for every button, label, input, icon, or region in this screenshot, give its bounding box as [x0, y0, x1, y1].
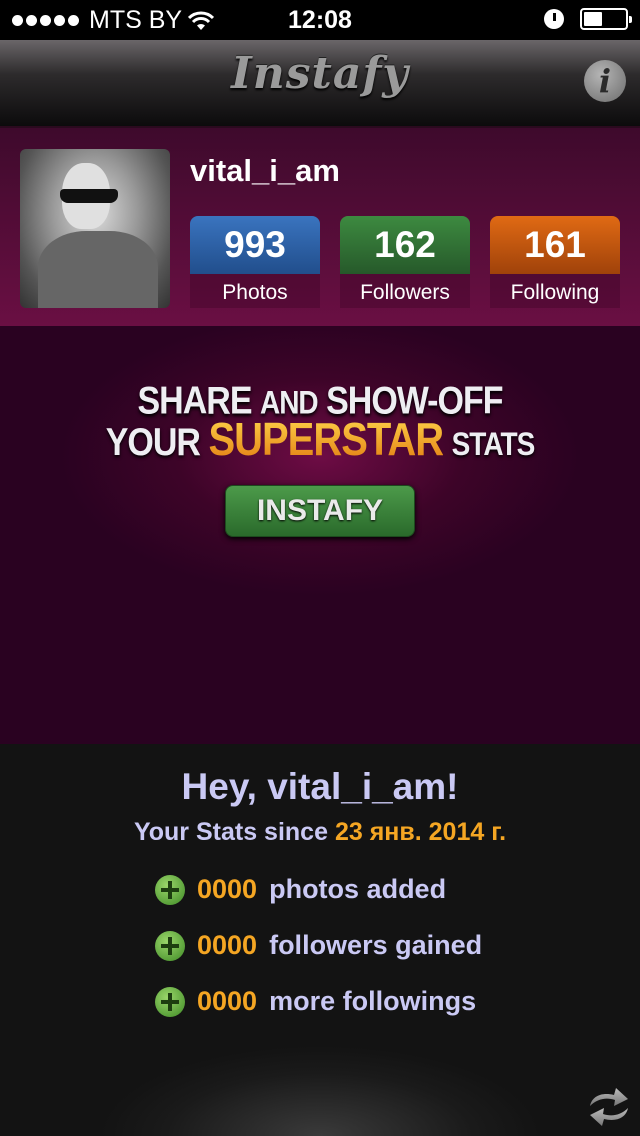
- stat-followers-label: Followers: [340, 274, 470, 308]
- navigation-bar: Instafy i: [0, 40, 640, 128]
- since-date: 23 янв. 2014 г.: [334, 818, 507, 846]
- profile-header: vital_i_am 993 Photos 162 Followers 161 …: [0, 128, 640, 326]
- stats-since: Your Stats since 23 янв. 2014 г.: [133, 818, 507, 846]
- stat-photos-label: Photos: [190, 274, 320, 308]
- promo-headline-line2: YOUR SUPERSTAR STATS: [105, 414, 535, 466]
- greeting: Hey, vital_i_am!: [181, 766, 459, 807]
- stat-following-value: 161: [490, 216, 620, 274]
- row-count: 0000: [197, 986, 258, 1016]
- plus-icon: [155, 874, 185, 905]
- app-logo: Instafy: [231, 48, 409, 99]
- username: vital_i_am: [190, 153, 340, 188]
- stat-row-followings: 0000 more followings: [155, 986, 476, 1017]
- superstar-highlight: SUPERSTAR: [208, 414, 444, 466]
- refresh-icon[interactable]: [586, 1084, 632, 1130]
- info-button[interactable]: i: [584, 60, 626, 102]
- row-text: photos added: [269, 874, 447, 904]
- row-text: more followings: [269, 986, 477, 1016]
- row-text: followers gained: [269, 930, 483, 960]
- stat-row-followers: 0000 followers gained: [155, 930, 482, 961]
- stat-following[interactable]: 161 Following: [490, 216, 620, 310]
- stats-summary: Hey, vital_i_am! Your Stats since 23 янв…: [0, 744, 640, 1136]
- plus-icon: [155, 986, 185, 1017]
- row-count: 0000: [197, 930, 258, 960]
- promo-section: SHARE AND SHOW-OFF YOUR SUPERSTAR STATS …: [0, 326, 640, 744]
- row-count: 0000: [197, 874, 258, 904]
- stat-following-label: Following: [490, 274, 620, 308]
- stat-photos-value: 993: [190, 216, 320, 274]
- battery-icon: [580, 8, 632, 30]
- plus-icon: [155, 930, 185, 961]
- instafy-button[interactable]: INSTAFY: [225, 485, 415, 537]
- stat-followers[interactable]: 162 Followers: [340, 216, 470, 310]
- stat-followers-value: 162: [340, 216, 470, 274]
- stat-row-photos: 0000 photos added: [155, 874, 446, 905]
- status-bar: MTS BY 12:08: [0, 0, 640, 40]
- avatar: [20, 149, 170, 308]
- alarm-icon: [544, 9, 564, 29]
- stat-photos[interactable]: 993 Photos: [190, 216, 320, 310]
